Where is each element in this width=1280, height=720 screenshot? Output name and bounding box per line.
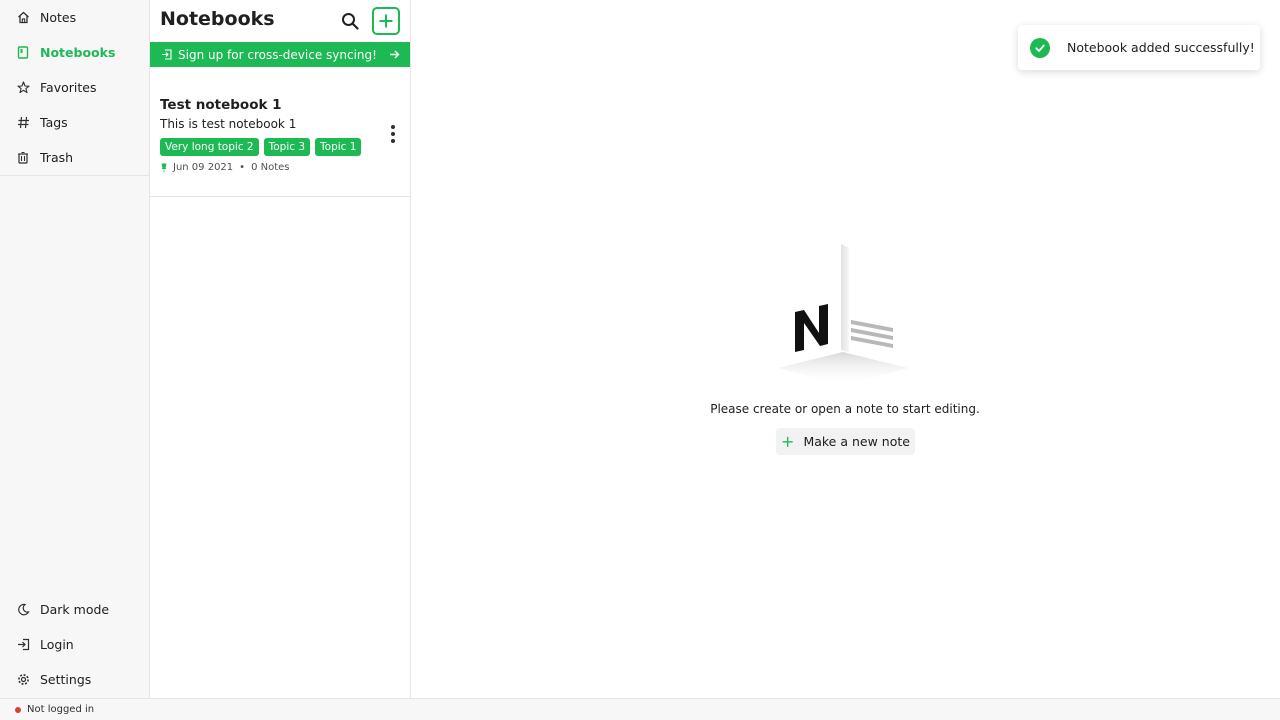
home-icon bbox=[16, 11, 30, 25]
login-icon bbox=[161, 49, 172, 60]
sidebar-item-label: Favorites bbox=[40, 80, 97, 95]
toast-message: Notebook added successfully! bbox=[1067, 40, 1255, 55]
sidebar-item-settings[interactable]: Settings bbox=[0, 662, 149, 697]
notebook-date: Jun 09 2021 bbox=[173, 162, 234, 173]
sidebar-item-label: Notebooks bbox=[40, 45, 116, 60]
sidebar-item-label: Login bbox=[40, 637, 74, 652]
sidebar-item-label: Notes bbox=[40, 10, 77, 25]
notebook-title: Test notebook 1 bbox=[160, 97, 282, 113]
signup-banner-text: Sign up for cross-device syncing! bbox=[178, 47, 377, 62]
notebook-tags: Very long topic 2 Topic 3 Topic 1 bbox=[160, 138, 362, 156]
list-item[interactable]: Test notebook 1 This is test notebook 1 … bbox=[150, 86, 410, 197]
status-dot-icon bbox=[15, 706, 21, 713]
notebook-icon bbox=[16, 46, 30, 60]
tag-badge[interactable]: Topic 1 bbox=[315, 138, 362, 156]
hash-icon bbox=[16, 116, 30, 130]
signup-banner[interactable]: Sign up for cross-device syncing! bbox=[150, 42, 410, 67]
success-toast: Notebook added successfully! bbox=[1018, 25, 1260, 70]
notebook-meta: Jun 09 2021 • 0 Notes bbox=[160, 162, 290, 173]
tag-badge[interactable]: Very long topic 2 bbox=[160, 138, 259, 156]
plus-icon bbox=[378, 13, 394, 29]
sidebar-item-label: Trash bbox=[40, 150, 74, 165]
sidebar-item-label: Settings bbox=[40, 672, 92, 687]
editor-placeholder-text: Please create or open a note to start ed… bbox=[710, 402, 980, 416]
pin-icon bbox=[160, 163, 168, 173]
sidebar-item-trash[interactable]: Trash bbox=[0, 140, 149, 175]
plus-icon: + bbox=[781, 431, 795, 451]
login-status-text[interactable]: Not logged in bbox=[27, 704, 94, 715]
notebooks-list-panel: Notebooks Sign up for cross-device synci… bbox=[150, 0, 411, 698]
status-bar: Not logged in bbox=[0, 698, 1280, 720]
page-title: Notebooks bbox=[160, 8, 275, 30]
sidebar-item-dark-mode[interactable]: Dark mode bbox=[0, 592, 149, 627]
more-options-button[interactable] bbox=[384, 124, 402, 144]
add-notebook-button[interactable] bbox=[372, 7, 400, 35]
sidebar-item-notes[interactable]: Notes bbox=[0, 0, 149, 35]
meta-separator: • bbox=[239, 162, 246, 173]
make-new-note-label: Make a new note bbox=[803, 434, 910, 449]
sidebar-item-tags[interactable]: Tags bbox=[0, 105, 149, 140]
make-new-note-button[interactable]: + Make a new note bbox=[776, 428, 915, 455]
star-icon bbox=[16, 81, 30, 95]
notebook-note-count: 0 Notes bbox=[251, 162, 290, 173]
gear-icon bbox=[16, 673, 30, 687]
app-logo bbox=[775, 240, 915, 390]
login-icon bbox=[16, 638, 30, 652]
check-circle-icon bbox=[1030, 37, 1050, 58]
sidebar-item-label: Tags bbox=[40, 115, 68, 130]
sidebar-item-favorites[interactable]: Favorites bbox=[0, 70, 149, 105]
search-icon bbox=[341, 12, 359, 30]
search-button[interactable] bbox=[339, 10, 361, 32]
trash-icon bbox=[16, 151, 30, 165]
sidebar-item-label: Dark mode bbox=[40, 602, 110, 617]
notebook-description: This is test notebook 1 bbox=[160, 117, 297, 131]
sidebar-item-login[interactable]: Login bbox=[0, 627, 149, 662]
sidebar: Notes Notebooks Favorites Tags Trash Dar… bbox=[0, 0, 150, 698]
sidebar-item-notebooks[interactable]: Notebooks bbox=[0, 35, 149, 70]
sidebar-divider bbox=[0, 175, 149, 176]
moon-icon bbox=[16, 603, 30, 617]
arrow-right-icon bbox=[389, 49, 400, 60]
tag-badge[interactable]: Topic 3 bbox=[263, 138, 311, 156]
kebab-menu-icon bbox=[391, 125, 395, 143]
